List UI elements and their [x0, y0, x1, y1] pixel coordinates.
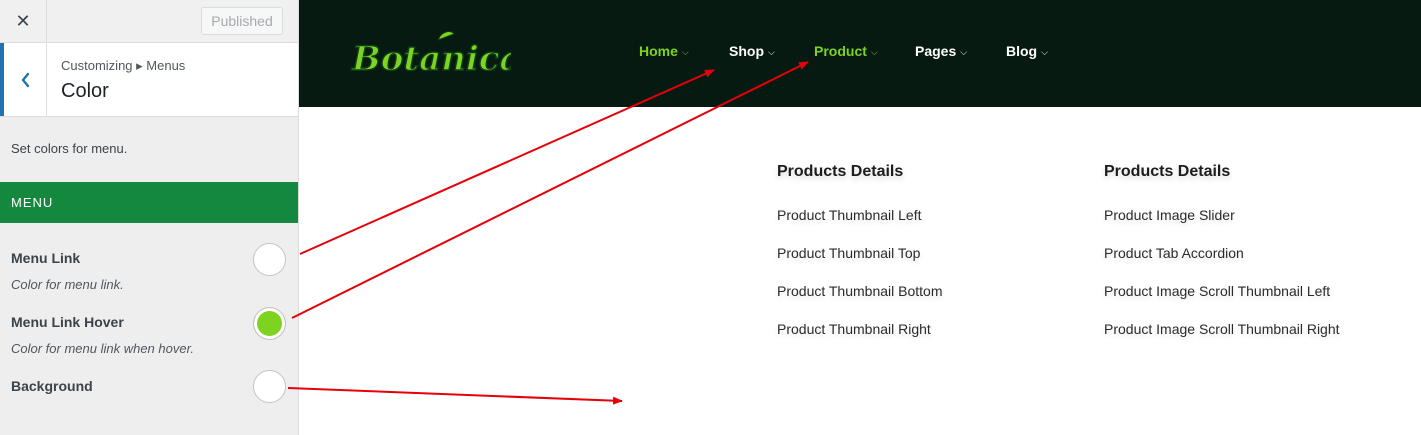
menu-link-hover-description: Color for menu link when hover.	[11, 341, 195, 356]
menu-link-color-swatch[interactable]	[253, 243, 286, 276]
mega-menu-heading: Products Details	[777, 163, 904, 180]
menu-link-description: Color for menu link.	[11, 277, 124, 292]
published-button[interactable]: Published	[201, 7, 283, 35]
mega-menu-link[interactable]: Product Tab Accordion	[1104, 245, 1244, 261]
annotation-arrow	[287, 387, 623, 405]
nav-item-pages[interactable]: Pages ⌵	[915, 43, 967, 59]
svg-text:Botanica: Botanica	[351, 39, 511, 79]
mega-menu-link[interactable]: Product Thumbnail Right	[777, 321, 931, 337]
botanica-logo[interactable]: Botanica	[346, 28, 511, 80]
nav-item-home[interactable]: Home ⌵	[639, 43, 689, 59]
menu-link-hover-color-swatch[interactable]	[253, 307, 286, 340]
close-icon[interactable]: ✕	[0, 0, 47, 42]
chevron-down-icon: ⌵	[960, 47, 968, 57]
chevron-down-icon: ⌵	[681, 47, 689, 57]
section-header: Customizing ▸ Menus Color	[0, 43, 298, 117]
mega-menu-link[interactable]: Product Thumbnail Top	[777, 245, 920, 261]
menu-link-label: Menu Link	[11, 250, 81, 266]
mega-menu-link[interactable]: Product Image Scroll Thumbnail Right	[1104, 321, 1340, 337]
menu-link-hover-label: Menu Link Hover	[11, 314, 124, 330]
back-button[interactable]	[0, 43, 47, 116]
chevron-down-icon: ⌵	[1041, 47, 1048, 57]
chevron-left-icon	[21, 72, 30, 87]
breadcrumb: Customizing ▸ Menus	[61, 58, 186, 73]
background-label: Background	[11, 378, 93, 394]
chevron-down-icon: ⌵	[870, 47, 878, 57]
mega-menu-link[interactable]: Product Thumbnail Bottom	[777, 283, 943, 299]
menu-group-heading: MENU	[0, 182, 298, 223]
mega-menu-heading: Products Details	[1104, 163, 1231, 180]
mega-menu-link[interactable]: Product Image Slider	[1104, 207, 1235, 223]
nav-item-product[interactable]: Product ⌵	[814, 43, 878, 59]
customizer-topbar: ✕ Published	[0, 0, 298, 43]
section-description: Set colors for menu.	[11, 141, 128, 156]
mega-menu-link[interactable]: Product Image Scroll Thumbnail Left	[1104, 283, 1330, 299]
nav-item-blog[interactable]: Blog ⌵	[1006, 43, 1048, 59]
background-color-swatch[interactable]	[253, 370, 286, 403]
section-title: Color	[61, 80, 109, 102]
mega-menu-link[interactable]: Product Thumbnail Left	[777, 207, 922, 223]
customizer-sidebar: ✕ Published Customizing ▸ Menus Color Se…	[0, 0, 299, 435]
nav-item-shop[interactable]: Shop ⌵	[729, 43, 775, 59]
chevron-down-icon: ⌵	[768, 47, 775, 57]
